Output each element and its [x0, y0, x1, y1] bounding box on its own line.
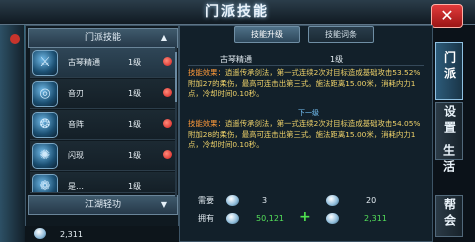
side-tab-life-label: 生活 [441, 144, 456, 176]
skill-level: 1级 [128, 89, 142, 98]
category-header-label: 门派技能 [84, 33, 121, 43]
skill-name: 闪现 [68, 151, 84, 160]
next-effect-text: 技能效果：逍遥传承剑法，第一式连续2次对目标造成基础攻击54.05%附加28的柔… [188, 119, 426, 151]
divider [188, 65, 424, 66]
side-tab-settings-label: 设置 [442, 105, 457, 137]
detail-skill-name: 古琴精通 [220, 55, 252, 64]
upgrade-alert-icon [163, 57, 172, 66]
side-tab-sect-label: 门派 [442, 51, 457, 83]
category-header-lightness-skill[interactable]: 江湖轻功 ▼ [28, 195, 178, 215]
silver-orb-icon [326, 213, 339, 224]
tab-skill-entry[interactable]: 技能词条 [308, 26, 374, 43]
silver-orb-icon [326, 195, 339, 206]
flash-skill-icon: ✺ [32, 143, 58, 169]
scrollbar-thumb[interactable] [175, 52, 177, 102]
upgrade-alert-icon [163, 150, 172, 159]
tab-skill-upgrade[interactable]: 技能升级 [234, 26, 300, 43]
need-value: 3 [262, 196, 268, 205]
skill-level: 1级 [128, 120, 142, 129]
skill-row[interactable]: ✺ 闪现 1级 [30, 141, 176, 171]
skill-row[interactable]: ◎ 音刃 1级 [30, 79, 176, 109]
left-decor-strip [0, 24, 24, 242]
skill-level: 1级 [128, 151, 142, 160]
skill-name: 古琴精通 [68, 58, 100, 67]
partial-skill-icon: ❁ [32, 174, 58, 192]
skill-list-panel: 门派技能 ▲ ⚔ 古琴精通 1级 ◎ 音刃 1级 ❂ 音阵 1级 ✺ 闪现 1级… [25, 25, 179, 242]
skill-level: 1级 [128, 58, 142, 67]
silver-orb-icon [226, 213, 239, 224]
skill-name: 音阵 [68, 120, 84, 129]
current-effect-text: 技能效果：逍遥传承剑法，第一式连续2次对目标造成基础攻击53.52%附加27的柔… [188, 68, 426, 100]
shield-swirl-skill-icon: ❂ [32, 112, 58, 138]
close-button[interactable]: ✕ [431, 4, 463, 28]
have-value: 2,311 [364, 214, 387, 223]
sword-wave-skill-icon: ⚔ [32, 50, 58, 76]
skill-name: 音刃 [68, 89, 84, 98]
skill-row[interactable]: ⚔ 古琴精通 1级 [30, 48, 176, 78]
effect-key-label: 技能效果： [188, 119, 225, 128]
next-level-label: 下一级 [298, 109, 319, 117]
effect-key-label: 技能效果： [188, 68, 225, 77]
currency-bar [25, 226, 185, 242]
skill-row[interactable]: ❁ 是… 1级 [30, 172, 176, 193]
side-tab-sect[interactable]: 门派 [435, 42, 463, 100]
need-label: 需要 [198, 196, 214, 205]
swirl-skill-icon: ◎ [32, 81, 58, 107]
need-value: 20 [366, 196, 377, 205]
upgrade-alert-icon [163, 119, 172, 128]
side-tab-life[interactable]: 生活 [435, 140, 461, 196]
collapse-arrow-icon: ▲ [160, 33, 167, 42]
skill-row[interactable]: ❂ 音阵 1级 [30, 110, 176, 140]
have-label: 拥有 [198, 214, 214, 223]
silver-orb-icon [226, 195, 239, 206]
upgrade-alert-icon [163, 88, 172, 97]
detail-skill-level: 1级 [330, 55, 344, 64]
expand-arrow-icon: ▼ [160, 200, 167, 209]
add-plus-icon[interactable]: + [299, 210, 311, 224]
skill-level: 1级 [128, 182, 142, 191]
skill-name: 是… [68, 182, 84, 191]
notification-dot [10, 34, 20, 44]
category-header-label: 江湖轻功 [84, 200, 121, 210]
category-header-sect-skills[interactable]: 门派技能 ▲ [28, 28, 178, 48]
window-title: 门派技能 [205, 4, 269, 20]
side-tab-guild-label: 帮会 [442, 198, 457, 230]
currency-value: 2,311 [60, 230, 83, 239]
have-value: 50,121 [256, 214, 284, 223]
side-tab-guild[interactable]: 帮会 [435, 195, 463, 237]
silver-orb-icon [34, 228, 46, 239]
